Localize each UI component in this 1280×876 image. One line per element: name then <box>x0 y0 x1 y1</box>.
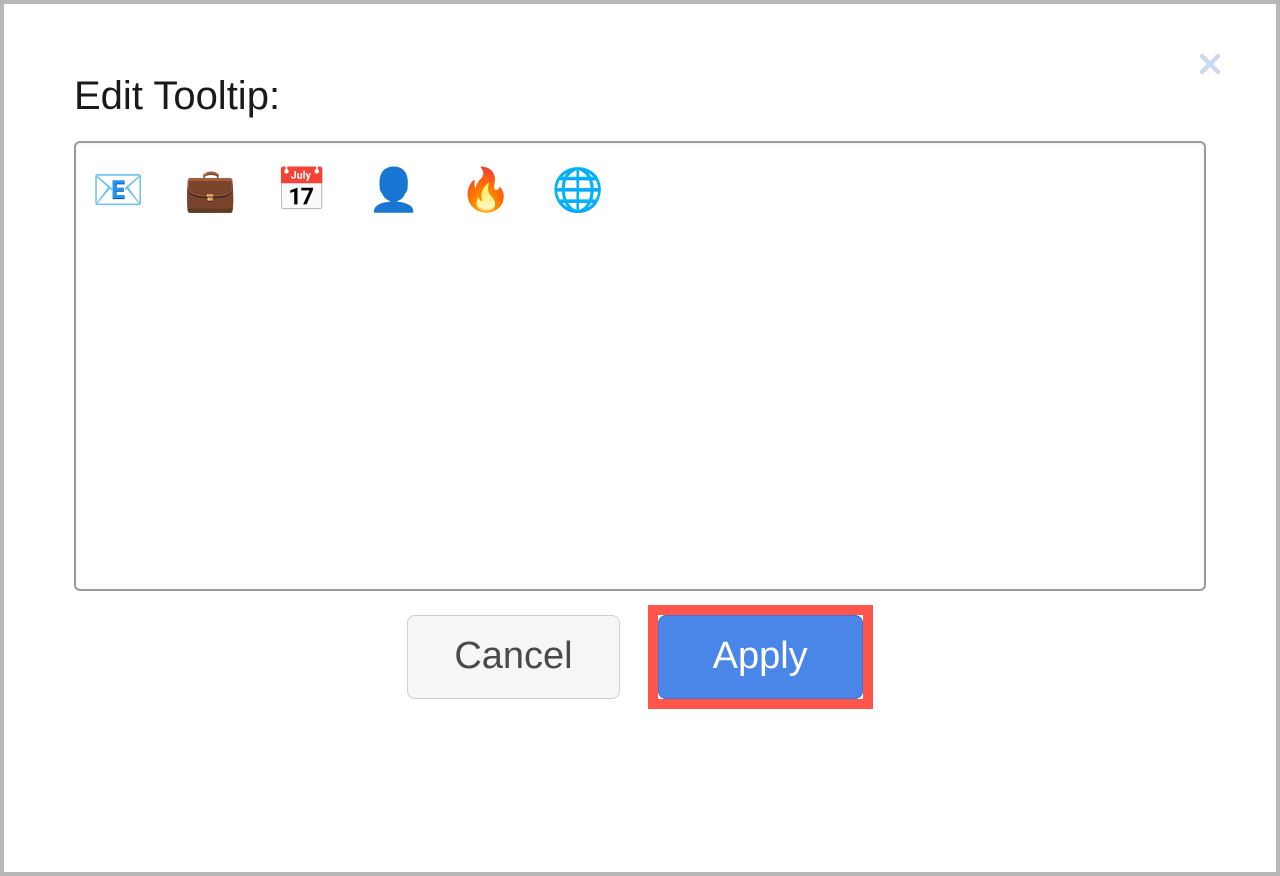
edit-tooltip-dialog: Edit Tooltip: Cancel Apply <box>4 4 1276 872</box>
cancel-button[interactable]: Cancel <box>407 615 619 699</box>
apply-button[interactable]: Apply <box>658 615 863 699</box>
tooltip-textarea-container <box>74 141 1206 591</box>
close-icon[interactable] <box>1192 46 1228 82</box>
apply-highlight: Apply <box>648 605 873 709</box>
button-row: Cancel Apply <box>74 605 1206 709</box>
dialog-title: Edit Tooltip: <box>74 74 1206 119</box>
tooltip-textarea[interactable] <box>92 163 1188 569</box>
